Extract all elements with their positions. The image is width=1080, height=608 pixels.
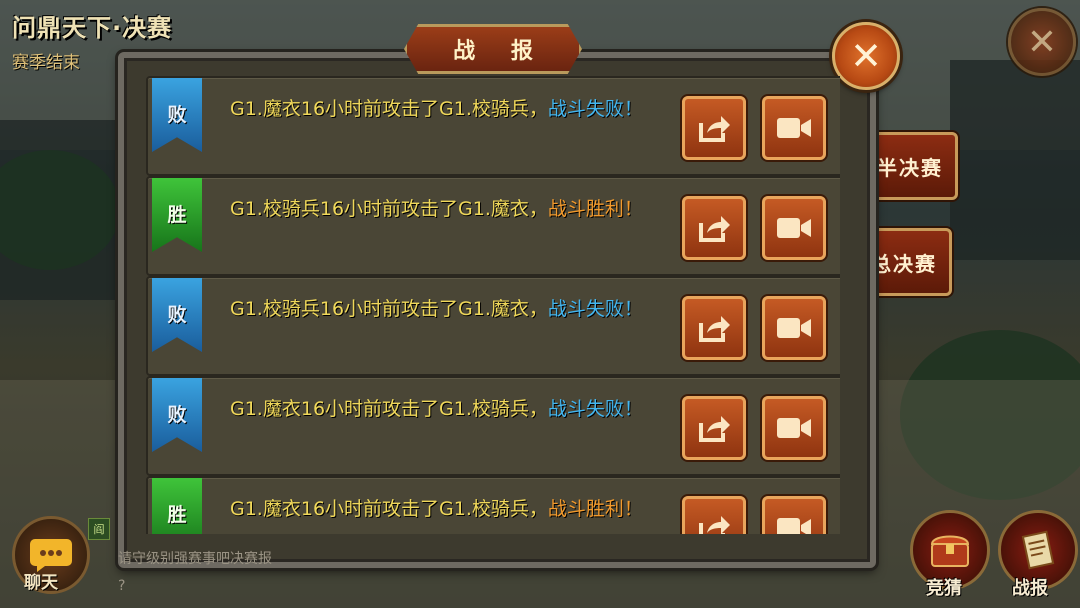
replay-button[interactable] xyxy=(762,96,826,160)
report-row: 败 G1.魔衣16小时前攻击了G1.校骑兵，战斗失败！ xyxy=(146,376,840,476)
chat-label: 聊天 xyxy=(24,573,58,593)
replay-button[interactable] xyxy=(762,496,826,534)
defeat-badge: 败 xyxy=(152,378,202,452)
report-list[interactable]: 败 G1.魔衣16小时前攻击了G1.校骑兵，战斗失败！ 胜 G1.校骑兵16小时… xyxy=(146,76,840,534)
share-icon xyxy=(699,116,730,142)
replay-button[interactable] xyxy=(762,196,826,260)
share-button[interactable] xyxy=(682,96,746,160)
treasure-chest-icon xyxy=(930,535,970,567)
report-row: 败 G1.校骑兵16小时前攻击了G1.魔衣，战斗失败！ xyxy=(146,276,840,376)
report-text: G1.魔衣16小时前攻击了G1.校骑兵， xyxy=(230,98,548,120)
background-roof-right xyxy=(950,60,1080,260)
replay-button[interactable] xyxy=(762,396,826,460)
report-text: G1.魔衣16小时前攻击了G1.校骑兵， xyxy=(230,498,548,520)
tab-label: 总决赛 xyxy=(871,251,937,276)
report-message: G1.魔衣16小时前攻击了G1.校骑兵，战斗失败！ xyxy=(230,398,670,421)
defeat-badge: 败 xyxy=(152,278,202,352)
page-title: 问鼎天下·决赛 xyxy=(12,14,173,42)
share-button[interactable] xyxy=(682,396,746,460)
tab-label: 半决赛 xyxy=(877,155,943,180)
season-status: 赛季结束 xyxy=(12,53,80,73)
dialog-title: 战 报 xyxy=(404,24,582,74)
video-camera-icon xyxy=(777,118,811,138)
chat-message: 请守级别强赛事吧决赛报 xyxy=(118,551,272,567)
share-icon xyxy=(699,216,730,242)
victory-badge: 胜 xyxy=(152,478,202,534)
chat-message: ? xyxy=(118,578,126,594)
share-button[interactable] xyxy=(682,496,746,534)
report-message: G1.魔衣16小时前攻击了G1.校骑兵，战斗失败！ xyxy=(230,98,670,121)
video-camera-icon xyxy=(777,418,811,438)
report-message: G1.校骑兵16小时前攻击了G1.魔衣，战斗失败！ xyxy=(230,298,670,321)
video-camera-icon xyxy=(777,518,811,534)
share-icon xyxy=(699,316,730,342)
share-button[interactable] xyxy=(682,196,746,260)
report-result: 战斗胜利！ xyxy=(547,498,643,520)
report-text: G1.魔衣16小时前攻击了G1.校骑兵， xyxy=(230,398,548,420)
video-camera-icon xyxy=(777,318,811,338)
share-button[interactable] xyxy=(682,296,746,360)
scroll-icon xyxy=(1021,530,1055,570)
battle-report-label: 战报 xyxy=(1012,578,1048,599)
report-text: G1.校骑兵16小时前攻击了G1.魔衣， xyxy=(230,298,548,320)
report-result: 战斗失败！ xyxy=(547,98,643,120)
tab-semifinal[interactable]: 半决赛 xyxy=(862,132,958,200)
defeat-badge: 败 xyxy=(152,78,202,152)
report-text: G1.校骑兵16小时前攻击了G1.魔衣， xyxy=(230,198,548,220)
dialog-close-button[interactable]: ✕ xyxy=(832,22,900,90)
close-icon: ✕ xyxy=(1026,21,1058,63)
victory-badge: 胜 xyxy=(152,178,202,252)
report-result: 战斗失败！ xyxy=(547,298,643,320)
share-icon xyxy=(699,516,730,534)
close-page-button[interactable]: ✕ xyxy=(1008,8,1076,76)
video-camera-icon xyxy=(777,218,811,238)
report-message: G1.校骑兵16小时前攻击了G1.魔衣，战斗胜利！ xyxy=(230,198,670,221)
report-row: 败 G1.魔衣16小时前攻击了G1.校骑兵，战斗失败！ xyxy=(146,76,840,176)
chat-channel-badge: 阎 xyxy=(88,518,110,540)
close-icon: ✕ xyxy=(850,34,882,78)
replay-button[interactable] xyxy=(762,296,826,360)
share-icon xyxy=(699,416,730,442)
report-message: G1.魔衣16小时前攻击了G1.校骑兵，战斗胜利！ xyxy=(230,498,670,521)
report-row: 胜 G1.校骑兵16小时前攻击了G1.魔衣，战斗胜利！ xyxy=(146,176,840,276)
report-row: 胜 G1.魔衣16小时前攻击了G1.校骑兵，战斗胜利！ xyxy=(146,476,840,534)
report-result: 战斗失败！ xyxy=(547,398,643,420)
report-result: 战斗胜利！ xyxy=(547,198,643,220)
guess-label: 竞猜 xyxy=(926,578,962,599)
